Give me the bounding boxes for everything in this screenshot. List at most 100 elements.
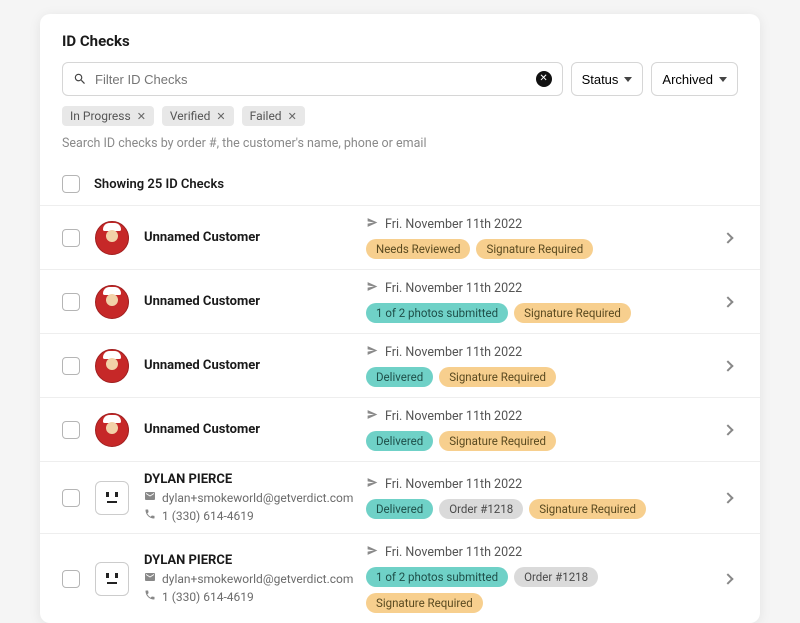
date-text: Fri. November 11th 2022 bbox=[385, 281, 522, 296]
send-icon bbox=[366, 280, 379, 297]
filter-chip-label: Verified bbox=[170, 109, 211, 123]
send-icon bbox=[366, 476, 379, 493]
customer-name: Unnamed Customer bbox=[144, 294, 354, 309]
select-all-checkbox[interactable] bbox=[62, 175, 80, 193]
customer-name: DYLAN PIERCE bbox=[144, 472, 354, 487]
search-input-wrap[interactable]: ✕ bbox=[62, 62, 563, 96]
customer-phone-line: 1 (330) 614-4619 bbox=[144, 589, 354, 604]
date-line: Fri. November 11th 2022 bbox=[366, 408, 706, 425]
status-tags: Needs Reviewed Signature Required bbox=[366, 239, 706, 259]
archived-dropdown[interactable]: Archived bbox=[651, 62, 738, 96]
status-badge: Signature Required bbox=[476, 239, 593, 259]
list-item[interactable]: DYLAN PIERCE dylan+smokeworld@getverdict.… bbox=[40, 534, 760, 623]
customer-name: Unnamed Customer bbox=[144, 230, 354, 245]
phone-icon bbox=[144, 508, 156, 523]
chevron-right-icon[interactable] bbox=[722, 492, 733, 503]
status-badge: Signature Required bbox=[366, 593, 483, 613]
send-icon bbox=[366, 216, 379, 233]
date-text: Fri. November 11th 2022 bbox=[385, 409, 522, 424]
caret-down-icon bbox=[624, 77, 632, 82]
send-icon bbox=[366, 544, 379, 561]
date-text: Fri. November 11th 2022 bbox=[385, 545, 522, 560]
filter-chip[interactable]: Verified ✕ bbox=[162, 106, 234, 126]
send-icon bbox=[366, 408, 379, 425]
row-checkbox[interactable] bbox=[62, 293, 80, 311]
status-badge: 1 of 2 photos submitted bbox=[366, 567, 508, 587]
date-line: Fri. November 11th 2022 bbox=[366, 344, 706, 361]
date-text: Fri. November 11th 2022 bbox=[385, 477, 522, 492]
row-checkbox[interactable] bbox=[62, 489, 80, 507]
customer-phone: 1 (330) 614-4619 bbox=[162, 509, 254, 523]
avatar bbox=[95, 285, 129, 319]
filter-chip[interactable]: Failed ✕ bbox=[242, 106, 305, 126]
status-badge: Order #1218 bbox=[514, 567, 598, 587]
list-item[interactable]: DYLAN PIERCE dylan+smokeworld@getverdict.… bbox=[40, 462, 760, 534]
status-dropdown[interactable]: Status bbox=[571, 62, 644, 96]
remove-filter-icon[interactable]: ✕ bbox=[288, 110, 297, 123]
id-checks-list: Unnamed Customer Fri. November 11th 2022 N… bbox=[40, 206, 760, 623]
status-tags: 1 of 2 photos submitted Order #1218 Signat… bbox=[366, 567, 706, 613]
status-badge: 1 of 2 photos submitted bbox=[366, 303, 508, 323]
customer-name: DYLAN PIERCE bbox=[144, 553, 354, 568]
status-dropdown-label: Status bbox=[582, 72, 619, 87]
filter-chips: In Progress ✕ Verified ✕ Failed ✕ bbox=[62, 106, 738, 126]
filter-chip-label: Failed bbox=[250, 109, 282, 123]
avatar bbox=[95, 481, 129, 515]
search-input[interactable] bbox=[95, 72, 536, 87]
status-badge: Signature Required bbox=[439, 431, 556, 451]
status-tags: 1 of 2 photos submittedSignature Require… bbox=[366, 303, 706, 323]
avatar bbox=[95, 562, 129, 596]
customer-email: dylan+smokeworld@getverdict.com bbox=[162, 572, 353, 586]
chevron-right-icon[interactable] bbox=[722, 360, 733, 371]
date-line: Fri. November 11th 2022 bbox=[366, 216, 706, 233]
filter-chip-label: In Progress bbox=[70, 109, 131, 123]
avatar bbox=[95, 221, 129, 255]
customer-phone: 1 (330) 614-4619 bbox=[162, 590, 254, 604]
result-count: Showing 25 ID Checks bbox=[94, 177, 224, 192]
customer-name: Unnamed Customer bbox=[144, 358, 354, 373]
list-item[interactable]: Unnamed Customer Fri. November 11th 2022 1… bbox=[40, 270, 760, 334]
row-checkbox[interactable] bbox=[62, 570, 80, 588]
chevron-right-icon[interactable] bbox=[722, 573, 733, 584]
remove-filter-icon[interactable]: ✕ bbox=[216, 110, 225, 123]
remove-filter-icon[interactable]: ✕ bbox=[137, 110, 146, 123]
status-badge: Delivered bbox=[366, 431, 433, 451]
search-hint: Search ID checks by order #, the custome… bbox=[62, 136, 738, 151]
status-badge: Needs Reviewed bbox=[366, 239, 470, 259]
status-tags: Delivered Order #1218 Signature Required bbox=[366, 499, 706, 519]
row-checkbox[interactable] bbox=[62, 229, 80, 247]
date-text: Fri. November 11th 2022 bbox=[385, 217, 522, 232]
search-icon bbox=[73, 72, 87, 86]
clear-search-icon[interactable]: ✕ bbox=[536, 71, 552, 87]
envelope-icon bbox=[144, 490, 156, 505]
row-checkbox[interactable] bbox=[62, 421, 80, 439]
phone-icon bbox=[144, 589, 156, 604]
list-item[interactable]: Unnamed Customer Fri. November 11th 2022 N… bbox=[40, 206, 760, 270]
customer-email-line: dylan+smokeworld@getverdict.com bbox=[144, 490, 354, 505]
archived-dropdown-label: Archived bbox=[662, 72, 713, 87]
customer-phone-line: 1 (330) 614-4619 bbox=[144, 508, 354, 523]
caret-down-icon bbox=[719, 77, 727, 82]
status-badge: Order #1218 bbox=[439, 499, 523, 519]
filter-chip[interactable]: In Progress ✕ bbox=[62, 106, 154, 126]
customer-email-line: dylan+smokeworld@getverdict.com bbox=[144, 571, 354, 586]
page-title: ID Checks bbox=[62, 32, 738, 50]
list-item[interactable]: Unnamed CustomerFri. November 11th 2022D… bbox=[40, 398, 760, 462]
avatar bbox=[95, 349, 129, 383]
chevron-right-icon[interactable] bbox=[722, 296, 733, 307]
send-icon bbox=[366, 344, 379, 361]
chevron-right-icon[interactable] bbox=[722, 232, 733, 243]
customer-email: dylan+smokeworld@getverdict.com bbox=[162, 491, 353, 505]
date-line: Fri. November 11th 2022 bbox=[366, 280, 706, 297]
date-text: Fri. November 11th 2022 bbox=[385, 345, 522, 360]
status-badge: Signature Required bbox=[529, 499, 646, 519]
envelope-icon bbox=[144, 571, 156, 586]
chevron-right-icon[interactable] bbox=[722, 424, 733, 435]
list-item[interactable]: Unnamed Customer Fri. November 11th 2022 D… bbox=[40, 334, 760, 398]
status-tags: DeliveredSignature Required bbox=[366, 367, 706, 387]
row-checkbox[interactable] bbox=[62, 357, 80, 375]
status-badge: Delivered bbox=[366, 499, 433, 519]
date-line: Fri. November 11th 2022 bbox=[366, 476, 706, 493]
status-tags: Delivered Signature Required bbox=[366, 431, 706, 451]
date-line: Fri. November 11th 2022 bbox=[366, 544, 706, 561]
